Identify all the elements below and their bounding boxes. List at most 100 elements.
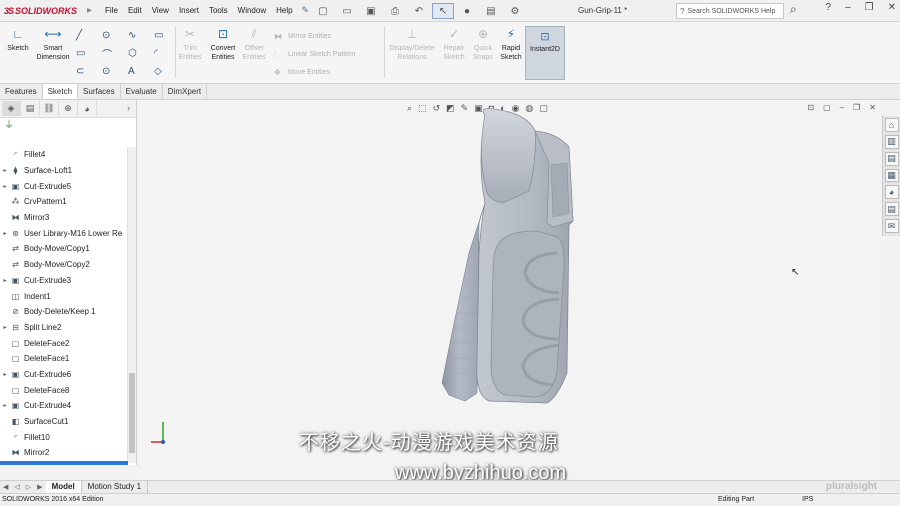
tab-evaluate[interactable]: Evaluate xyxy=(121,84,163,99)
open-document-icon[interactable]: ▭ xyxy=(336,3,358,19)
tree-item[interactable]: ▸ ▣ Cut-Extrude4 xyxy=(0,398,128,414)
tree-item[interactable]: ▸ ▣ Cut-Extrude6 xyxy=(0,367,128,383)
graphics-area[interactable]: ⌕ ⬚ ↺ ◩ ✎ ▣ ◘ ◐ ◉ ◍ ▢ ⊡ ▢ – ❐ ✕ ↖ 不移之火-动… xyxy=(137,100,882,484)
save-icon[interactable]: ▣ xyxy=(360,3,382,19)
menu-help[interactable]: Help xyxy=(271,0,297,22)
tree-item[interactable]: ⊘ Body-Delete/Keep 1 xyxy=(0,304,128,320)
tree-item[interactable]: ⇄ Body-Move/Copy2 xyxy=(0,257,128,273)
display-delete-relations-button[interactable]: ⊥ Display/Delete Relations xyxy=(386,26,438,62)
chevron-right-icon[interactable]: › xyxy=(127,103,130,113)
pin-menu-icon[interactable]: ✎ xyxy=(302,5,310,16)
tree-item[interactable]: ▸ ▣ Cut-Extrude3 xyxy=(0,273,128,289)
appearances-icon[interactable]: ◕ xyxy=(884,185,899,200)
first-tab-icon[interactable]: ◀ xyxy=(0,483,11,491)
tree-item[interactable]: ▸ ⊛ User Library-M16 Lower Re xyxy=(0,225,128,241)
linear-sketch-pattern-button[interactable]: ⁞ Linear Sketch Pattern xyxy=(274,50,355,59)
select-icon[interactable]: ↖ xyxy=(432,3,454,19)
tab-surfaces[interactable]: Surfaces xyxy=(78,84,121,99)
home-icon[interactable]: ⌂ xyxy=(884,118,899,132)
offset-entities-button[interactable]: ⫽ Offset Entities xyxy=(240,26,268,62)
tree-item[interactable]: ▢ DeleteFace8 xyxy=(0,382,128,398)
minimize-icon[interactable]: – xyxy=(845,2,851,13)
next-tab-icon[interactable]: ▷ xyxy=(23,483,34,491)
file-properties-icon[interactable]: ▤ xyxy=(480,3,502,19)
search-icon[interactable]: ⌕ xyxy=(790,2,797,17)
tree-item[interactable]: ⧓ Mirror2 xyxy=(0,445,128,461)
menu-edit[interactable]: Edit xyxy=(123,0,147,22)
scrollbar-thumb[interactable] xyxy=(129,373,135,453)
convert-entities-button[interactable]: ⊡ Convert Entities xyxy=(206,26,240,62)
mirror-entities-button[interactable]: ⧓ Mirror Entities xyxy=(274,32,331,41)
help-search-input[interactable]: ? Search SOLIDWORKS Help xyxy=(676,3,784,19)
polygon-icon[interactable]: ⬡ xyxy=(128,44,154,62)
tree-item[interactable]: ▸ ▣ Cut-Extrude5 xyxy=(0,178,128,194)
viewport-minimize-icon[interactable]: – xyxy=(840,103,844,112)
spline-icon[interactable]: ∿ xyxy=(128,26,154,44)
prev-tab-icon[interactable]: ◁ xyxy=(11,483,22,491)
display-manager-icon[interactable]: ◕ xyxy=(78,101,97,116)
expand-arrow-icon[interactable]: ▸ xyxy=(0,371,10,378)
restore-icon[interactable]: ❐ xyxy=(865,2,874,13)
smart-dimension-button[interactable]: ⟷ Smart Dimension xyxy=(34,26,72,62)
property-manager-icon[interactable]: ▤ xyxy=(21,101,40,116)
viewport-restore-icon[interactable]: ⊡ xyxy=(807,103,814,112)
tree-vertical-scrollbar[interactable] xyxy=(127,147,136,463)
viewport-tile-icon[interactable]: ▢ xyxy=(823,103,831,112)
menu-tools[interactable]: Tools xyxy=(204,0,233,22)
line-icon[interactable]: ╱ xyxy=(76,26,102,44)
expand-arrow-icon[interactable]: ▸ xyxy=(0,402,10,409)
tree-item[interactable]: ▢ DeleteFace1 xyxy=(0,351,128,367)
rectangle-icon[interactable]: ▭ xyxy=(76,44,102,62)
forum-icon[interactable]: ✉ xyxy=(884,219,899,234)
menu-view[interactable]: View xyxy=(147,0,174,22)
menu-window[interactable]: Window xyxy=(233,0,271,22)
menu-insert[interactable]: Insert xyxy=(174,0,204,22)
tree-item[interactable]: ▸ ⧫ Surface-Loft1 xyxy=(0,163,128,179)
options-gear-icon[interactable]: ⚙ xyxy=(504,3,526,19)
tree-item[interactable]: ◜ Fillet10 xyxy=(0,429,128,445)
expand-arrow-icon[interactable]: ▸ xyxy=(0,230,10,237)
undo-icon[interactable]: ↶ xyxy=(408,3,430,19)
unit-system-label[interactable]: IPS xyxy=(802,494,813,506)
tree-item[interactable]: ◜ Fillet4 xyxy=(0,147,128,163)
tree-item[interactable]: ⇄ Body-Move/Copy1 xyxy=(0,241,128,257)
tree-item[interactable]: ⧓ Mirror3 xyxy=(0,210,128,226)
feature-manager-icon[interactable]: ◈ xyxy=(2,101,21,116)
tab-model[interactable]: Model xyxy=(45,481,82,493)
print-icon[interactable]: ⎙ xyxy=(384,3,406,19)
viewport-maximize-icon[interactable]: ❐ xyxy=(853,103,860,112)
tree-item[interactable]: ◧ SurfaceCut1 xyxy=(0,414,128,430)
dimxpert-manager-icon[interactable]: ⊕ xyxy=(59,101,78,116)
configuration-manager-icon[interactable]: ⛓ xyxy=(40,101,59,116)
move-entities-button[interactable]: ✥ Move Entities xyxy=(274,68,330,77)
tree-item[interactable]: ▸ ⊟ Split Line2 xyxy=(0,320,128,336)
quick-snaps-button[interactable]: ⊕ Quick Snaps xyxy=(470,26,496,62)
menu-file[interactable]: File xyxy=(100,0,123,22)
tab-dimxpert[interactable]: DimXpert xyxy=(163,84,208,99)
menu-expand-icon[interactable]: ▸ xyxy=(87,5,92,16)
tab-sketch[interactable]: Sketch xyxy=(42,84,79,99)
expand-arrow-icon[interactable]: ▸ xyxy=(0,324,10,331)
tree-item[interactable]: ◫ Indent1 xyxy=(0,288,128,304)
custom-properties-icon[interactable]: ▤ xyxy=(884,202,899,217)
rapid-sketch-button[interactable]: ⚡ Rapid Sketch xyxy=(498,26,524,62)
text-icon[interactable]: A xyxy=(128,62,154,80)
slot-tool-icon[interactable]: ⊂ xyxy=(76,62,102,80)
expand-arrow-icon[interactable]: ▸ xyxy=(0,277,10,284)
expand-arrow-icon[interactable]: ▸ xyxy=(0,167,10,174)
file-explorer-icon[interactable]: ▤ xyxy=(884,151,899,166)
new-document-icon[interactable]: ▢ xyxy=(312,3,334,19)
viewport-close-icon[interactable]: ✕ xyxy=(869,103,876,112)
design-library-icon[interactable]: ▥ xyxy=(884,134,899,149)
rebuild-icon[interactable]: ● xyxy=(456,3,478,19)
trim-entities-button[interactable]: ✂ Trim Entities xyxy=(176,26,204,62)
gun-grip-model[interactable] xyxy=(407,103,627,443)
point-icon[interactable]: ⊙ xyxy=(102,62,128,80)
last-tab-icon[interactable]: ▶ xyxy=(34,483,45,491)
plane-icon[interactable]: ◇ xyxy=(154,62,180,80)
filter-icon[interactable]: ⏚ xyxy=(0,118,136,133)
tree-item[interactable]: ⁂ CrvPattern1 xyxy=(0,194,128,210)
close-icon[interactable]: ✕ xyxy=(888,2,896,13)
view-palette-icon[interactable]: ▦ xyxy=(884,168,899,183)
tab-features[interactable]: Features xyxy=(0,84,43,99)
